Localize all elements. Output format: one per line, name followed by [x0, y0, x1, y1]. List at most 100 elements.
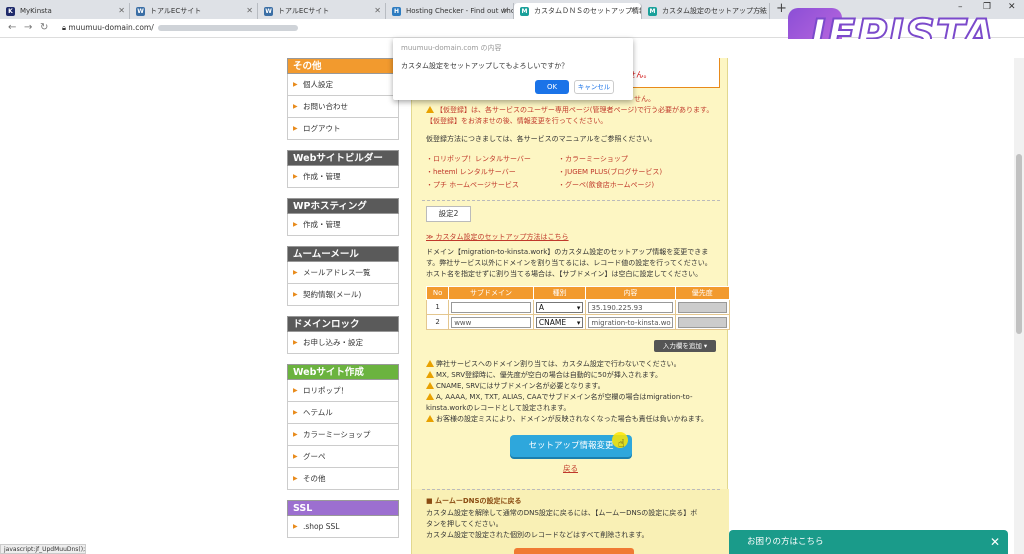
tab-close-icon[interactable]: ✕ [758, 3, 765, 19]
help-chat-bar[interactable]: お困りの方はこちら ✕ [729, 530, 1008, 554]
note-line: 仮登録方法につきましては、各サービスのマニュアルをご参照ください。 [426, 135, 657, 143]
sidebar-item-label: ヘテムル [303, 408, 333, 417]
service-link-lolipop[interactable]: ・ロリポップ！レンタルサーバー [426, 154, 531, 164]
sidebar-item[interactable]: ▶ その他 [287, 468, 399, 490]
tab-hosting-checker[interactable]: H Hosting Checker - Find out who ✕ [386, 3, 514, 19]
priority-input [677, 316, 727, 328]
ok-button[interactable]: OK [535, 80, 569, 94]
note-line: お客様の設定ミスにより、ドメインが反映されなくなった場合も責任は負いかねます。 [426, 414, 708, 424]
warning-icon [426, 360, 434, 367]
sidebar-item[interactable]: ▶ メールアドレス一覧 [287, 262, 399, 284]
setup-guide-link[interactable]: ≫ カスタム設定のセットアップ方法はこちら [426, 232, 569, 242]
cancel-button[interactable]: キャンセル [574, 80, 614, 94]
note-line: 【仮登録】は、各サービスのユーザー専用ページ(管理者ページ)で行う必要があります… [426, 105, 713, 115]
add-row-button[interactable]: 入力欄を追加 ▾ [654, 340, 716, 352]
note-line: kinsta.workのレコードとして設定されます。 [426, 404, 571, 412]
type-select[interactable]: A [535, 301, 584, 313]
scrollbar-thumb[interactable] [1016, 154, 1022, 334]
url-text: muumuu-domain.com/ [68, 23, 154, 32]
sidebar-item[interactable]: ▶ お申し込み・設定 [287, 332, 399, 354]
sidebar-item[interactable]: ▶ .shop SSL [287, 516, 399, 538]
status-bar: javascript:jf_UpdMuuDns(); [0, 544, 86, 554]
service-link-heteml[interactable]: ・heteml レンタルサーバー [426, 167, 516, 177]
divider [422, 200, 720, 201]
note-text: お客様の設定ミスにより、ドメインが反映されなくなった場合も責任は負いかねます。 [436, 415, 708, 423]
content-input[interactable]: migration-to-kinsta.wo [588, 316, 673, 328]
kinsta-favicon-icon: K [6, 7, 15, 16]
sidebar-item[interactable]: ▶ グーペ [287, 446, 399, 468]
arrow-icon: ▶ [293, 173, 298, 180]
type-select[interactable]: CNAME [535, 316, 584, 328]
arrow-icon: ▶ [293, 431, 298, 438]
sidebar-item[interactable]: ▶ ロリポップ！ [287, 380, 399, 402]
section-line: カスタム設定で設定された個別のレコードなどはすべて削除されます。 [426, 531, 649, 539]
sidebar-item-label: ロリポップ！ [303, 386, 348, 395]
sidebar-item-label: カラーミーショップ [303, 430, 371, 439]
table-row: 2 www CNAME migration-to-kinsta.wo [425, 314, 730, 330]
service-link-jugem[interactable]: ・JUGEM PLUS(ブログサービス) [558, 167, 662, 177]
arrow-icon: ▶ [293, 221, 298, 228]
help-chat-label: お困りの方はこちら [747, 537, 824, 547]
tab-title: Hosting Checker - Find out who [406, 7, 514, 15]
service-link-petit[interactable]: ・プチ ホームページサービス [426, 180, 519, 190]
page-scrollbar[interactable] [1014, 58, 1024, 554]
sidebar-item[interactable]: ▶ カラーミーショップ [287, 424, 399, 446]
note-text: CNAME, SRVにはサブドメイン名が必要となります。 [436, 382, 605, 390]
sidebar-item[interactable]: ▶ 契約情報(メール) [287, 284, 399, 306]
tab-mykinsta[interactable]: K MyKinsta ✕ [0, 3, 130, 19]
return-to-dns-button[interactable] [514, 548, 634, 554]
sidebar-item[interactable]: ▶ 個人設定 [287, 74, 399, 96]
tab-close-icon[interactable]: ✕ [246, 3, 253, 19]
sidebar-item-label: お問い合わせ [303, 102, 348, 111]
tab-custom-setup-guide[interactable]: M カスタム設定のセットアップ方法 - ムー ✕ [642, 3, 770, 19]
back-link[interactable]: 戻る [563, 463, 578, 474]
forward-arrow-icon[interactable]: → [24, 22, 32, 33]
note-line: A, AAAA, MX, TXT, ALIAS, CAAでサブドメイン名が空欄の… [426, 392, 692, 402]
reload-icon[interactable]: ↻ [40, 22, 48, 33]
sidebar-item[interactable]: ▶ 作成・管理 [287, 166, 399, 188]
sidebar-item[interactable]: ▶ ログアウト [287, 118, 399, 140]
sidebar-group-title: SSL [287, 500, 399, 516]
sidebar-item[interactable]: ▶ ヘテムル [287, 402, 399, 424]
col-type: 種別 [532, 286, 587, 300]
tab-ec-site-1[interactable]: W トアルECサイト ✕ [130, 3, 258, 19]
sidebar-item[interactable]: ▶ お問い合わせ [287, 96, 399, 118]
url-field[interactable]: 🔒︎ muumuu-domain.com/ [62, 22, 298, 34]
desc-line: ホスト名を指定せずに割り当てる場合は、【サブドメイン】は空白に設定してください。 [426, 270, 703, 278]
tab-custom-dns[interactable]: M カスタムＤＮＳのセットアップ情報変 ✕ [514, 3, 642, 19]
warning-icon [426, 393, 434, 400]
tab-ec-site-2[interactable]: W トアルECサイト ✕ [258, 3, 386, 19]
tab-close-icon[interactable]: ✕ [118, 3, 125, 19]
sidebar-group-title: その他 [287, 58, 399, 74]
tab-close-icon[interactable]: ✕ [630, 3, 637, 19]
service-link-goope[interactable]: ・グーペ(飲食店ホームページ) [558, 180, 654, 190]
col-subdomain: サブドメイン [448, 286, 534, 300]
note-text: A, AAAA, MX, TXT, ALIAS, CAAでサブドメイン名が空欄の… [436, 393, 693, 401]
section-title: ■ ムームーDNSの設定に戻る [426, 497, 522, 505]
chat-close-icon[interactable]: ✕ [990, 530, 1000, 554]
tab-close-icon[interactable]: ✕ [374, 3, 381, 19]
subdomain-input[interactable] [451, 301, 531, 313]
sidebar-item-label: .shop SSL [303, 522, 340, 531]
row-number: 1 [425, 299, 450, 315]
service-link-colorme[interactable]: ・カラーミーショップ [558, 154, 628, 164]
arrow-icon: ▶ [293, 291, 298, 298]
tab-title: MyKinsta [20, 7, 52, 15]
section-line: カスタム設定を解除して通常のDNS設定に戻るには、【ムームーDNSの設定に戻る】… [426, 509, 698, 517]
warning-icon [426, 371, 434, 378]
sidebar-group-title: Webサイト作成 [287, 364, 399, 380]
subdomain-input[interactable]: www [451, 316, 531, 328]
note-text: 弊社サービスへのドメイン割り当ては、カスタム設定で行わないでください。 [436, 360, 681, 368]
tab-close-icon[interactable]: ✕ [502, 3, 509, 19]
sidebar-item-label: ログアウト [303, 124, 341, 133]
sidebar-item-label: その他 [303, 474, 326, 483]
desc-line: す。弊社サービス以外にドメインを割り当てるには、レコード値の設定を行ってください… [426, 259, 712, 267]
col-content: 内容 [585, 286, 676, 300]
back-arrow-icon[interactable]: ← [8, 22, 16, 33]
arrow-icon: ▶ [293, 453, 298, 460]
content-input[interactable]: 35.190.225.93 [588, 301, 673, 313]
sidebar-item[interactable]: ▶ 作成・管理 [287, 214, 399, 236]
